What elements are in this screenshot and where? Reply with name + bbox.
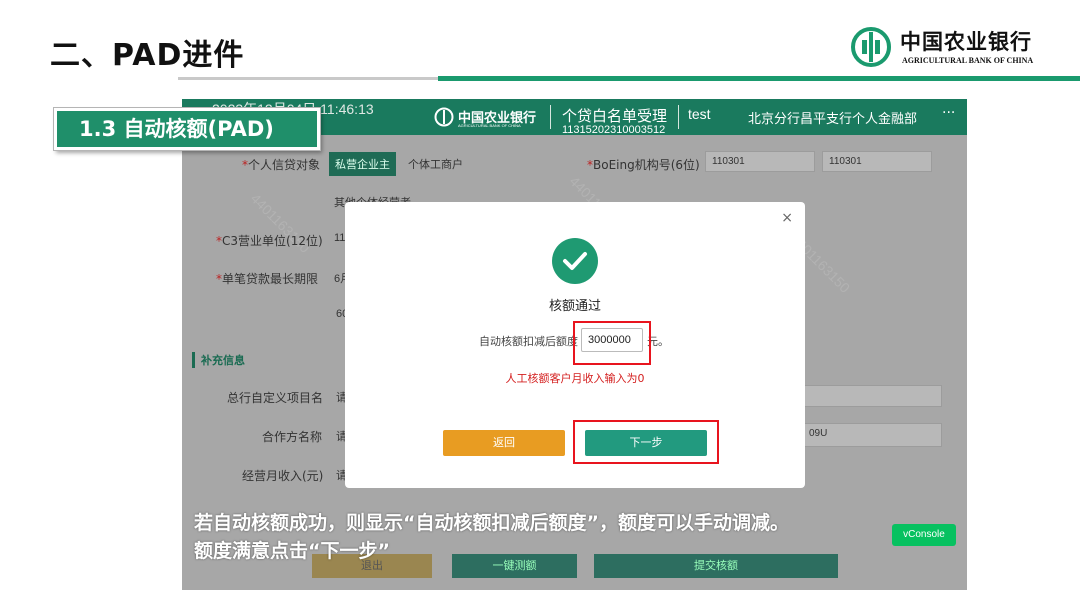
c3-unit-label: *C3营业单位(12位) (216, 234, 323, 248)
dialog-title: 核额通过 (548, 299, 601, 314)
brand-name-cn: 中国农业银行 (900, 29, 1032, 54)
custom-item-right-field[interactable] (802, 385, 942, 407)
borrower-type-option-individual[interactable]: 个体工商户 (408, 156, 463, 172)
abc-logo-icon (851, 27, 891, 67)
abc-logo-icon (434, 107, 454, 127)
brand-name-en: AGRICULTURAL BANK OF CHINA (902, 56, 1034, 65)
slide-caption: 若自动核额成功，则显示“自动核额扣减后额度”，额度可以手动调减。 额度满意点击“… (194, 509, 789, 565)
limit-label: 自动核额扣减后额度 (479, 335, 578, 348)
income-warning: 人工核额客户月收入输入为0 (505, 372, 645, 385)
section-badge: 1.3 自动核额(PAD) (53, 107, 321, 151)
slide: 二、PAD进件 中国农业银行 AGRICULTURAL BANK OF CHIN… (0, 0, 1080, 608)
custom-item-label: 总行自定义项目名 (227, 391, 324, 405)
income-label: 经营月收入(元) (242, 469, 324, 483)
app-bank-name-en: AGRICULTURAL BANK OF CHINA (458, 123, 521, 128)
back-button[interactable]: 返回 (443, 430, 565, 456)
c3-unit-value[interactable]: 11 (334, 232, 345, 244)
title-divider-gray (178, 77, 438, 80)
caption-line-2: 额度满意点击“下一步” (194, 540, 390, 562)
highlight-next-box (573, 420, 719, 464)
caption-line-1: 若自动核额成功，则显示“自动核额扣减后额度”，额度可以手动调减。 (194, 512, 789, 534)
highlight-limit-box (573, 321, 651, 365)
title-divider-green (438, 76, 1080, 81)
section-supplementary: 补充信息 (192, 352, 245, 368)
partner-label: 合作方名称 (262, 430, 323, 444)
boeing-label: *BoEing机构号(6位) (587, 158, 700, 172)
header-divider (550, 105, 551, 129)
borrower-type-label: *个人信贷对象 (242, 158, 321, 172)
more-menu-icon[interactable]: ··· (942, 105, 955, 121)
slide-title: 二、PAD进件 (50, 38, 245, 73)
borrower-type-option-private[interactable]: 私营企业主 (329, 152, 396, 176)
user-name: test (688, 106, 711, 122)
abc-brand: 中国农业银行 AGRICULTURAL BANK OF CHINA (850, 26, 1070, 70)
boeing-select[interactable]: 110301 (822, 151, 932, 172)
close-icon[interactable]: × (781, 210, 793, 226)
boeing-field[interactable]: 110301 (705, 151, 815, 172)
department: 北京分行昌平支行个人金融部 (748, 112, 918, 127)
partner-right-field[interactable]: 09U (802, 423, 942, 447)
vconsole-button[interactable]: vConsole (892, 524, 956, 546)
max-term-label: *单笔贷款最长期限 (216, 272, 319, 286)
header-divider (678, 105, 679, 129)
module-title: 个贷白名单受理 (562, 107, 668, 125)
success-check-icon (552, 238, 598, 284)
